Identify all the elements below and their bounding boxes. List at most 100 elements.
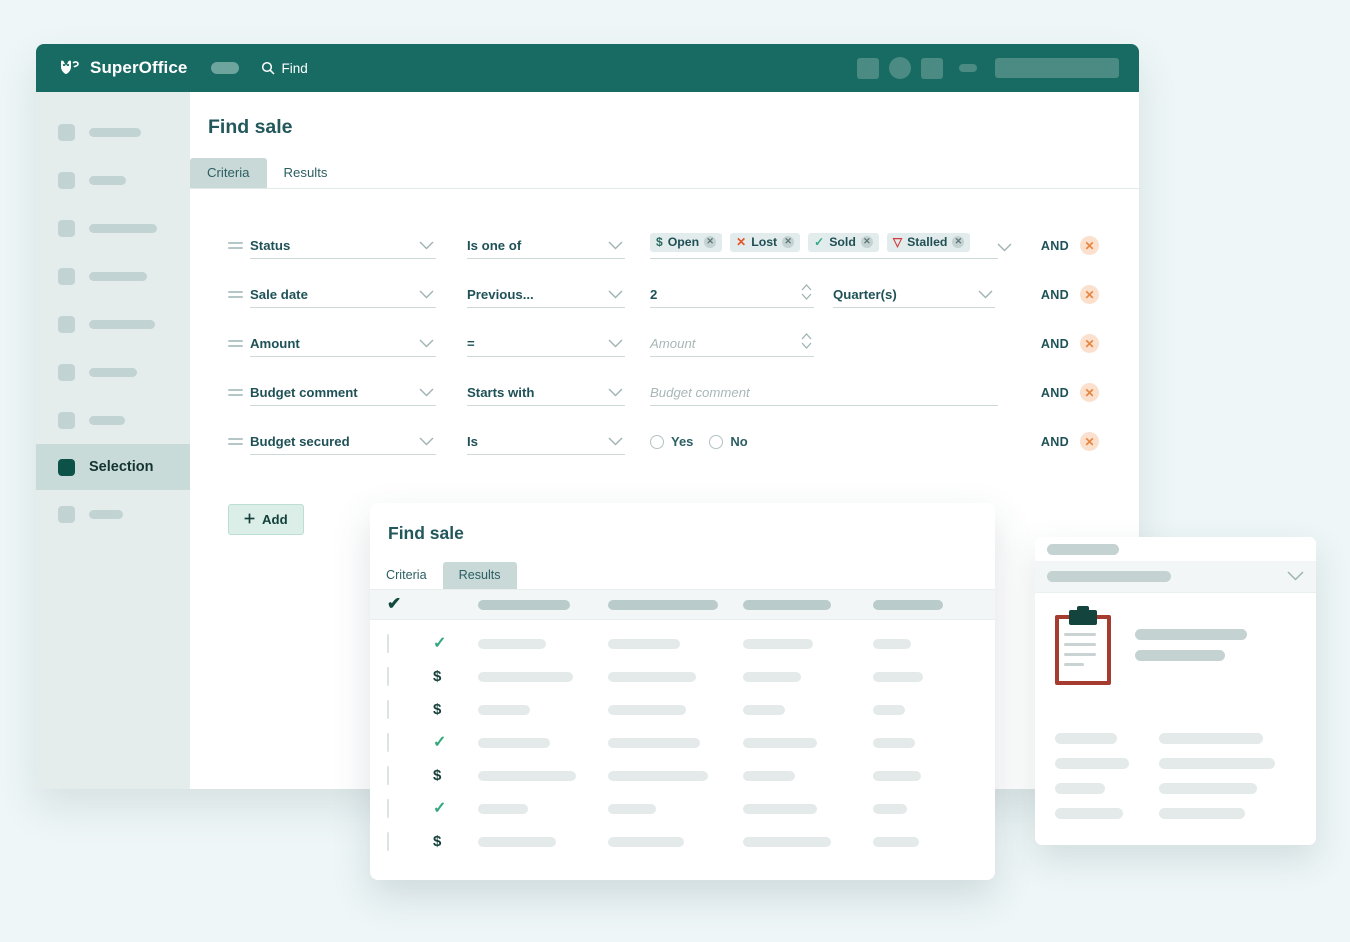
drag-handle-icon[interactable] [228,438,250,445]
table-row[interactable]: $ [370,825,995,858]
circle-icon[interactable] [889,57,911,79]
bar-placeholder[interactable] [995,58,1119,78]
tab-results[interactable]: Results [267,158,345,188]
find-button[interactable]: Find [261,61,308,76]
drag-handle-icon[interactable] [228,389,250,396]
budget-comment-placeholder: Budget comment [650,384,750,400]
tag-remove-icon[interactable]: ✕ [860,235,873,248]
status-tags-field[interactable]: $ Open ✕ ✕ Lost ✕ ✓ Sold ✕ ▽ Stalled ✕ [650,232,1012,259]
logic-operator[interactable]: AND [1041,239,1069,253]
radio-no[interactable]: No [709,434,748,449]
operator-select[interactable]: Is [467,429,625,455]
tab-criteria[interactable]: Criteria [370,562,443,589]
stepper-icon[interactable] [801,332,812,349]
sidebar-label-placeholder [89,271,147,281]
clipboard-icon [1055,606,1111,685]
sidebar-item-placeholder[interactable] [36,156,190,204]
budget-comment-input[interactable]: Budget comment [650,380,998,406]
detail-card-select[interactable] [1035,561,1316,593]
operator-select[interactable]: Is one of [467,233,625,259]
remove-criterion-icon[interactable]: ✕ [1080,236,1099,255]
column-header-2[interactable] [608,599,743,610]
sidebar-item-placeholder[interactable] [36,252,190,300]
logic-operator[interactable]: AND [1041,435,1069,449]
tag-lost[interactable]: ✕ Lost ✕ [730,232,801,252]
chevron-down-icon[interactable] [997,239,1012,257]
operator-select[interactable]: = [467,331,625,357]
operator-select[interactable]: Starts with [467,380,625,406]
content-header: Find sale [190,92,1139,140]
unit-select[interactable]: Quarter(s) [833,282,995,308]
table-row[interactable]: $ [370,693,995,726]
tag-open[interactable]: $ Open ✕ [650,232,723,252]
drag-handle-icon[interactable] [228,242,250,249]
table-row[interactable]: $ [370,660,995,693]
attribute-select[interactable]: Status [250,233,436,259]
attribute-select[interactable]: Amount [250,331,436,357]
value-text: 2 [650,286,658,302]
radio-yes[interactable]: Yes [650,434,693,449]
tag-remove-icon[interactable]: ✕ [952,235,965,248]
sidebar-item-placeholder[interactable] [36,300,190,348]
tag-label: Lost [751,234,778,249]
remove-criterion-icon[interactable]: ✕ [1080,334,1099,353]
row-checkbox[interactable] [387,699,433,719]
attribute-select[interactable]: Sale date [250,282,436,308]
remove-criterion-icon[interactable]: ✕ [1080,383,1099,402]
sidebar-item-placeholder[interactable] [36,396,190,444]
stepper-icon[interactable] [801,283,812,300]
table-row[interactable]: ✓ [370,792,995,825]
sidebar-item-placeholder[interactable] [36,108,190,156]
tab-criteria[interactable]: Criteria [190,158,267,188]
row-checkbox[interactable] [387,765,433,785]
square-icon-2[interactable] [921,57,943,79]
sidebar-item-placeholder[interactable] [36,490,190,538]
criterion-row: Status Is one of $ Open ✕ ✕ Lost ✕ ✓ Sol… [190,221,1139,270]
table-row[interactable]: ✓ [370,726,995,759]
value-number-input[interactable]: 2 [650,282,814,308]
tag-label: Sold [829,234,856,249]
row-checkbox[interactable] [387,666,433,686]
drag-handle-icon[interactable] [228,340,250,347]
dash-icon[interactable] [959,64,977,72]
tag-remove-icon[interactable]: ✕ [704,235,717,248]
row-checkbox[interactable] [387,732,433,752]
add-criterion-button[interactable]: Add [228,504,304,535]
sidebar-label-placeholder [89,127,141,137]
amount-input[interactable]: Amount [650,331,814,357]
column-header-3[interactable] [743,599,873,610]
nav-pill-placeholder[interactable] [211,62,240,74]
attribute-select[interactable]: Budget secured [250,429,436,455]
sidebar-item-selection[interactable]: Selection [36,444,190,490]
table-row[interactable]: ✓ [370,627,995,660]
operator-select[interactable]: Previous... [467,282,625,308]
column-header-1[interactable] [478,599,608,610]
tag-remove-icon[interactable]: ✕ [782,235,795,248]
column-header-4[interactable] [873,599,973,610]
table-row[interactable]: $ [370,759,995,792]
sidebar-item-placeholder[interactable] [36,348,190,396]
square-icon[interactable] [857,57,879,79]
row-checkbox[interactable] [387,633,433,653]
tag-sold[interactable]: ✓ Sold ✕ [808,232,879,252]
sidebar-label-placeholder [89,367,137,377]
operator-value: Is [467,433,478,449]
logic-operator[interactable]: AND [1041,337,1069,351]
remove-criterion-icon[interactable]: ✕ [1080,285,1099,304]
brand-name: SuperOffice [90,58,188,77]
select-all-checkbox[interactable]: ✔ [387,595,433,614]
attribute-select[interactable]: Budget comment [250,380,436,406]
status-sold-icon: ✓ [433,634,447,652]
tab-results[interactable]: Results [442,562,517,589]
sidebar-item-placeholder[interactable] [36,204,190,252]
row-checkbox[interactable] [387,831,433,851]
row-checkbox[interactable] [387,798,433,818]
radio-group: Yes No [650,434,998,449]
sidebar-icon-placeholder [58,505,75,523]
chevron-down-icon [608,384,623,402]
tag-stalled[interactable]: ▽ Stalled ✕ [886,232,971,252]
drag-handle-icon[interactable] [228,291,250,298]
logic-operator[interactable]: AND [1041,288,1069,302]
remove-criterion-icon[interactable]: ✕ [1080,432,1099,451]
logic-operator[interactable]: AND [1041,386,1069,400]
